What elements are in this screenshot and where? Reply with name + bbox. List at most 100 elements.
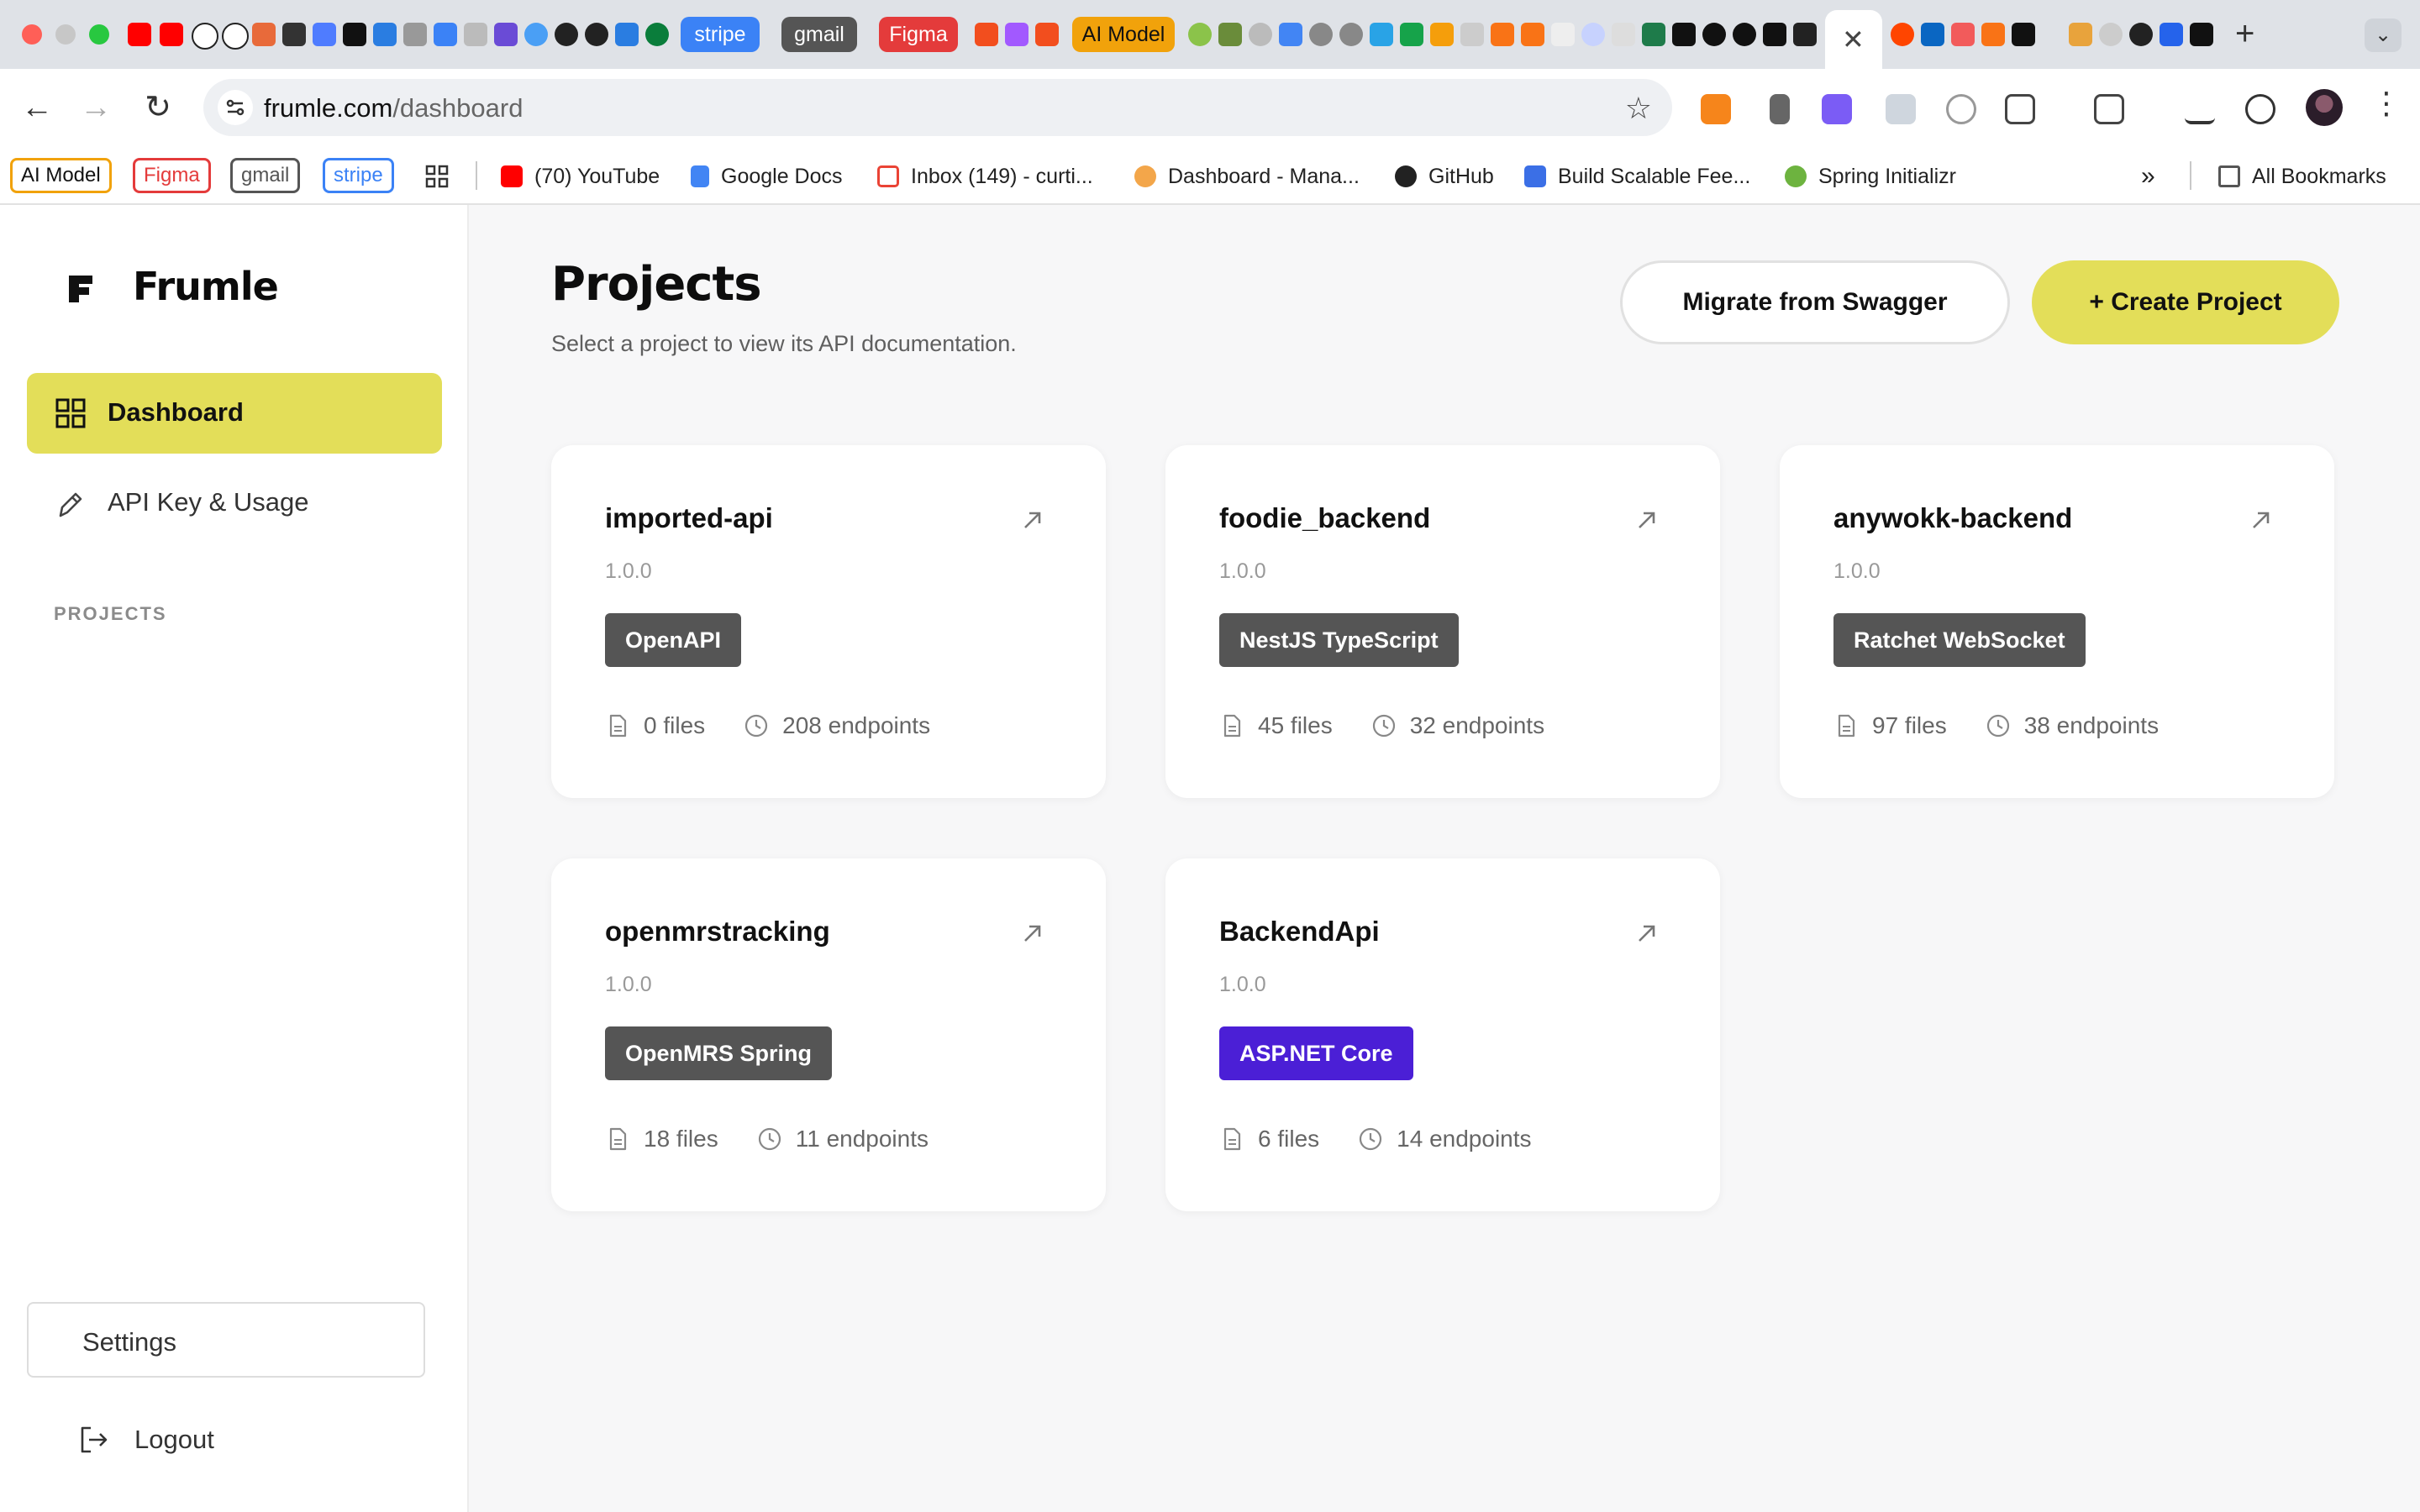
sidebar-item-dashboard[interactable]: Dashboard (27, 373, 442, 454)
reddit-tab-icon[interactable] (1891, 23, 1914, 46)
app-tab-icon[interactable] (2160, 23, 2183, 46)
app-tab-icon[interactable] (1763, 23, 1786, 46)
linkedin-tab-icon[interactable] (1921, 23, 1944, 46)
app-tab-icon[interactable] (1951, 23, 1975, 46)
bookmark-spring[interactable]: Spring Initializr (1785, 160, 1956, 193)
bookmark-inbox[interactable]: Inbox (149) - curti... (877, 160, 1093, 193)
figma-tab-icon[interactable] (1035, 23, 1059, 46)
bookmark-stripe[interactable]: stripe (323, 158, 394, 193)
github-tab-icon[interactable] (2129, 23, 2153, 46)
project-card[interactable]: BackendApi 1.0.0 ASP.NET Core 6 files 14… (1165, 858, 1720, 1211)
app-tab-icon[interactable] (1400, 23, 1423, 46)
app-tab-icon[interactable] (2012, 23, 2035, 46)
app-tab-icon[interactable] (313, 23, 336, 46)
app-tab-icon[interactable] (1672, 23, 1696, 46)
app-tab-icon[interactable] (1981, 23, 2005, 46)
openai-tab-icon[interactable] (1733, 23, 1756, 46)
app-tab-icon[interactable] (494, 23, 518, 46)
app-tab-icon[interactable] (1249, 23, 1272, 46)
claude-tab-icon[interactable] (252, 23, 276, 46)
bookmark-google-docs[interactable]: Google Docs (691, 160, 843, 193)
apple-tab-icon[interactable] (403, 23, 427, 46)
open-external-arrow-icon[interactable] (1636, 509, 1658, 531)
app-tab-icon[interactable] (282, 23, 306, 46)
migrate-from-swagger-button[interactable]: Migrate from Swagger (1620, 260, 2010, 344)
close-window-button[interactable] (22, 24, 42, 45)
open-external-arrow-icon[interactable] (1022, 509, 1044, 531)
new-tab-button[interactable]: + (2235, 15, 2254, 53)
bookmark-github[interactable]: GitHub (1395, 160, 1494, 193)
app-tab-icon[interactable] (1581, 23, 1605, 46)
mail-tab-icon[interactable] (434, 23, 457, 46)
back-button[interactable]: ← (17, 87, 57, 128)
figma-tab-icon[interactable] (1005, 23, 1028, 46)
active-tab[interactable]: ✕ (1825, 10, 1882, 69)
project-card[interactable]: anywokk-backend 1.0.0 Ratchet WebSocket … (1780, 445, 2334, 798)
openai-tab-icon[interactable] (192, 23, 218, 50)
bookmark-figma[interactable]: Figma (133, 158, 211, 193)
openai-tab-icon[interactable] (1702, 23, 1726, 46)
download-icon[interactable] (2185, 94, 2215, 124)
maximize-window-button[interactable] (89, 24, 109, 45)
youtube-tab-icon[interactable] (160, 23, 183, 46)
screenshot-icon[interactable] (2094, 94, 2124, 124)
translate-tab-icon[interactable] (1279, 23, 1302, 46)
bookmark-star-icon[interactable]: ☆ (1625, 91, 1652, 126)
app-tab-icon[interactable] (2099, 23, 2123, 46)
power-extension-icon[interactable] (1946, 94, 1976, 124)
app-tab-icon[interactable] (1460, 23, 1484, 46)
extensions-puzzle-icon[interactable] (2005, 94, 2035, 124)
sidebar-item-api-key[interactable]: API Key & Usage (27, 470, 442, 538)
tab-gmail[interactable]: gmail (781, 17, 857, 52)
tab-ai-model[interactable]: AI Model (1072, 17, 1175, 52)
project-card[interactable]: foodie_backend 1.0.0 NestJS TypeScript 4… (1165, 445, 1720, 798)
more-bookmarks-icon[interactable]: » (2141, 160, 2155, 193)
app-tab-icon[interactable] (1430, 23, 1454, 46)
open-external-arrow-icon[interactable] (1022, 922, 1044, 944)
settings-button[interactable]: Settings (27, 1302, 425, 1378)
tab-search-button[interactable]: ⌄ (2365, 18, 2402, 52)
app-tab-icon[interactable] (1793, 23, 1817, 46)
app-tab-icon[interactable] (1521, 23, 1544, 46)
bookmark-youtube[interactable]: (70) YouTube (501, 160, 660, 193)
project-card[interactable]: imported-api 1.0.0 OpenAPI 0 files 208 e… (551, 445, 1106, 798)
address-bar[interactable]: frumle.com/dashboard ☆ (203, 79, 1672, 136)
app-tab-icon[interactable] (1642, 23, 1665, 46)
app-tab-icon[interactable] (585, 23, 608, 46)
project-card[interactable]: openmrstracking 1.0.0 OpenMRS Spring 18 … (551, 858, 1106, 1211)
app-tab-icon[interactable] (645, 23, 669, 46)
app-tab-icon[interactable] (373, 23, 397, 46)
metamask-extension-icon[interactable] (1701, 94, 1731, 124)
site-info-icon[interactable] (217, 89, 254, 126)
app-tab-icon[interactable] (464, 23, 487, 46)
youtube-tab-icon[interactable] (128, 23, 151, 46)
app-tab-icon[interactable] (1370, 23, 1393, 46)
bookmark-ai-model[interactable]: AI Model (10, 158, 112, 193)
app-tab-icon[interactable] (343, 23, 366, 46)
url-text[interactable]: frumle.com/dashboard (264, 93, 523, 123)
apps-grid-icon[interactable] (425, 165, 449, 188)
app-tab-icon[interactable] (1309, 23, 1333, 46)
app-tab-icon[interactable] (1551, 23, 1575, 46)
app-tab-icon[interactable] (2069, 23, 2092, 46)
app-tab-icon[interactable] (1339, 23, 1363, 46)
reload-button[interactable]: ↻ (138, 87, 178, 128)
app-tab-icon[interactable] (1612, 23, 1635, 46)
all-bookmarks[interactable]: All Bookmarks (2218, 160, 2386, 193)
app-tab-icon[interactable] (1218, 23, 1242, 46)
logout-button[interactable]: Logout (77, 1415, 279, 1465)
browser-menu-icon[interactable]: ⋮ (2371, 86, 2402, 121)
threads-tab-icon[interactable] (222, 23, 249, 50)
app-tab-icon[interactable] (524, 23, 548, 46)
app-tab-icon[interactable] (1188, 23, 1212, 46)
profile-avatar[interactable] (2306, 89, 2343, 126)
open-external-arrow-icon[interactable] (2250, 509, 2272, 531)
extension-icon[interactable] (1770, 94, 1790, 124)
forward-button[interactable]: → (76, 87, 116, 128)
minimize-window-button[interactable] (55, 24, 76, 45)
bookmark-build-scalable[interactable]: Build Scalable Fee... (1524, 160, 1750, 193)
extension-icon[interactable] (1822, 94, 1852, 124)
tab-stripe[interactable]: stripe (681, 17, 760, 52)
close-tab-icon[interactable]: ✕ (1842, 24, 1865, 55)
mail-tab-icon[interactable] (615, 23, 639, 46)
